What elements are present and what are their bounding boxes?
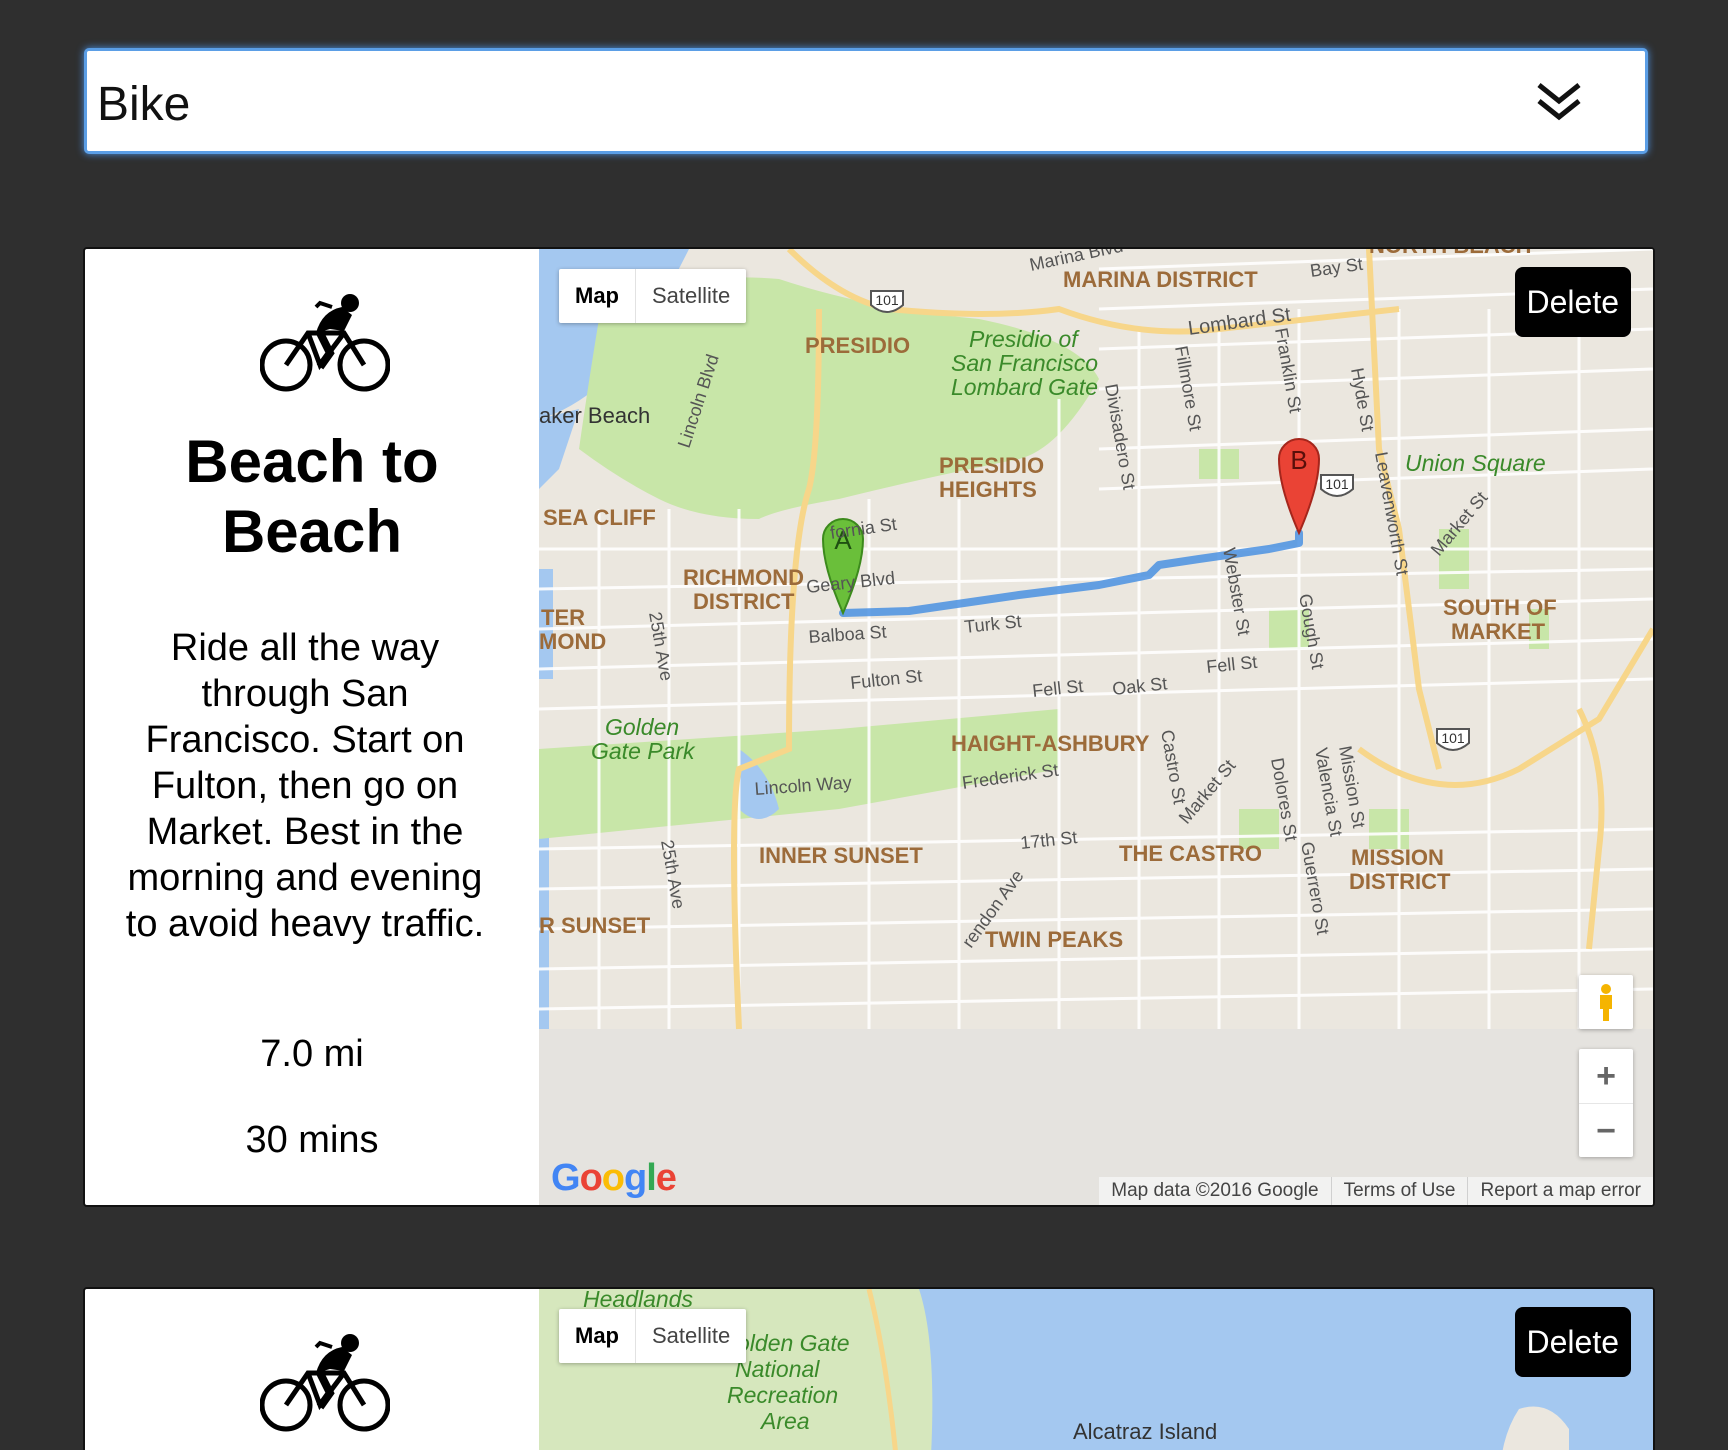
map-attribution: Map data ©2016 Google Terms of Use Repor… <box>1099 1177 1653 1205</box>
map-label: Golden <box>605 714 679 740</box>
map-type-satellite-button[interactable]: Satellite <box>636 269 746 323</box>
zoom-in-button[interactable]: + <box>1579 1049 1633 1104</box>
zoom-control: + − <box>1579 1049 1633 1157</box>
pegman-icon <box>1600 984 1612 1021</box>
map-type-satellite-button[interactable]: Satellite <box>636 1309 746 1363</box>
map-label: INNER SUNSET <box>759 843 923 868</box>
route-distance: 7.0 mi <box>260 1033 364 1075</box>
map-label: SOUTH OF <box>1443 595 1557 620</box>
street-view-pegman-icon[interactable] <box>1579 975 1633 1029</box>
map-label: Recreation <box>727 1382 838 1408</box>
map-label: Lombard Gate <box>951 374 1098 400</box>
map-label: Area <box>759 1408 810 1434</box>
map-label: THE CASTRO <box>1119 841 1262 866</box>
map-label: MARKET <box>1451 619 1546 644</box>
map-label: PRESIDIO <box>805 333 910 358</box>
map-label: DISTRICT <box>693 589 795 614</box>
map-label: PRESIDIO <box>939 453 1044 478</box>
map-label: olden Gate <box>737 1330 850 1356</box>
map-type-control: Map Satellite <box>559 269 747 323</box>
marker-b-label: B <box>1290 445 1307 475</box>
map-label: SEA CLIFF <box>543 505 656 530</box>
route-info-panel <box>85 1289 539 1450</box>
map-label: R SUNSET <box>539 913 651 938</box>
map-label: TER <box>541 605 585 630</box>
route-map[interactable]: A B 101 101 101 MARINA DISTRICT PRESIDIO… <box>539 249 1653 1205</box>
delete-route-button[interactable]: Delete <box>1514 1307 1631 1377</box>
map-label: aker Beach <box>539 403 650 428</box>
google-logo[interactable]: Google <box>551 1157 677 1200</box>
svg-text:101: 101 <box>1441 730 1465 746</box>
svg-text:101: 101 <box>875 292 899 308</box>
mode-select-value: Bike <box>97 78 191 131</box>
mode-select[interactable]: Bike <box>84 48 1648 154</box>
zoom-out-button[interactable]: − <box>1579 1104 1633 1158</box>
map-label: Union Square <box>1405 450 1546 476</box>
route-card: Headlands olden Gate National Recreation… <box>83 1287 1655 1450</box>
map-label: Alcatraz Island <box>1073 1419 1217 1444</box>
highway-101-shield: 101 <box>1436 728 1470 751</box>
delete-route-button[interactable]: Delete <box>1514 267 1631 337</box>
route-map[interactable]: Headlands olden Gate National Recreation… <box>539 1289 1653 1450</box>
map-label: RICHMOND <box>683 565 804 590</box>
map-label: NORTH BEACH <box>1369 249 1532 258</box>
double-chevron-down-icon <box>1537 83 1581 121</box>
bicycle-rider-icon <box>260 294 390 392</box>
report-map-error-link[interactable]: Report a map error <box>1467 1177 1653 1205</box>
highway-101-shield: 101 <box>870 290 904 313</box>
map-label: MOND <box>539 629 606 654</box>
map-label: Gate Park <box>591 738 696 764</box>
map-type-map-button[interactable]: Map <box>559 1309 636 1363</box>
map-label: DISTRICT <box>1349 869 1451 894</box>
bicycle-rider-icon <box>260 1334 390 1432</box>
map-label: San Francisco <box>951 350 1098 376</box>
map-label: HAIGHT-ASHBURY <box>951 731 1150 756</box>
map-label: HEIGHTS <box>939 477 1037 502</box>
route-card: Beach to Beach Ride all the way through … <box>83 247 1655 1207</box>
map-label: MISSION <box>1351 845 1444 870</box>
map-data-credit: Map data ©2016 Google <box>1111 1180 1319 1201</box>
terms-of-use-link[interactable]: Terms of Use <box>1330 1177 1468 1205</box>
map-type-control: Map Satellite <box>559 1309 747 1363</box>
route-title: Beach to Beach <box>185 428 439 565</box>
highway-101-shield: 101 <box>1320 474 1354 497</box>
map-label: National <box>735 1356 820 1382</box>
map-type-map-button[interactable]: Map <box>559 269 636 323</box>
map-label: TWIN PEAKS <box>985 927 1123 952</box>
svg-text:101: 101 <box>1325 476 1349 492</box>
map-label: MARINA DISTRICT <box>1063 267 1258 292</box>
route-duration: 30 mins <box>245 1119 379 1161</box>
page: Bike Beach to Beach Ride all the way thr… <box>0 0 1728 1450</box>
route-info-panel: Beach to Beach Ride all the way through … <box>85 249 539 1205</box>
map-canvas[interactable]: A B 101 101 101 MARINA DISTRICT PRESIDIO… <box>539 249 1653 1205</box>
map-label: Presidio of <box>969 326 1080 352</box>
route-description: Ride all the way through San Francisco. … <box>125 627 485 945</box>
